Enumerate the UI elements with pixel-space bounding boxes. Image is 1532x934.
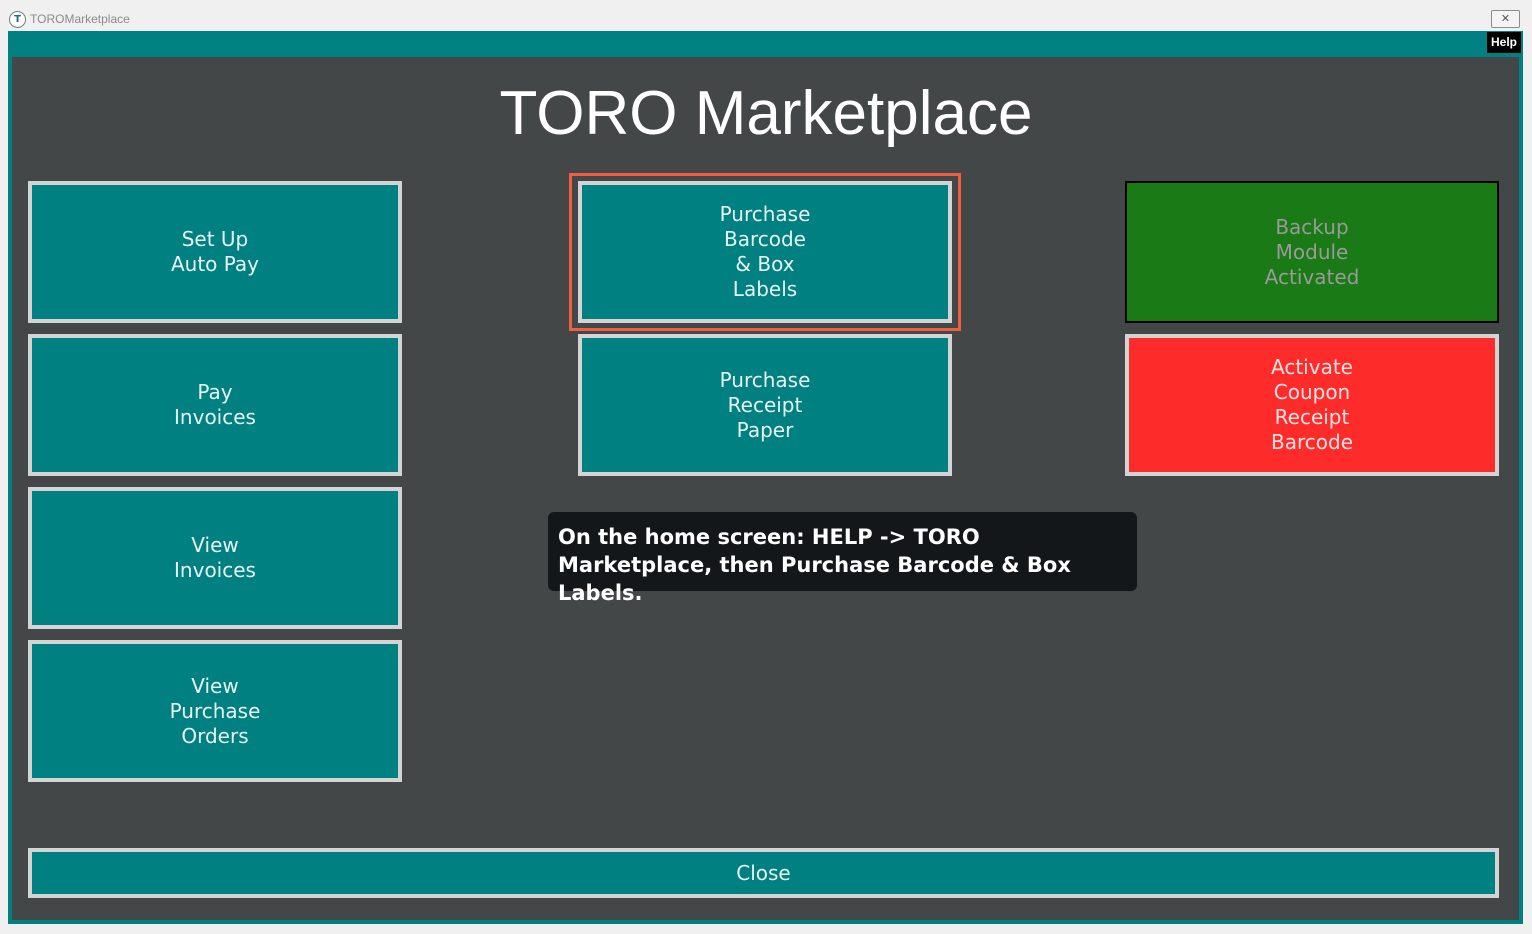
view-invoices-button[interactable]: View Invoices (28, 487, 402, 629)
activate-coupon-button[interactable]: Activate Coupon Receipt Barcode (1125, 334, 1499, 476)
backup-module-button[interactable]: Backup Module Activated (1125, 181, 1499, 323)
purchase-barcode-labels-label: Purchase Barcode & Box Labels (719, 202, 811, 301)
purchase-barcode-labels-button[interactable]: Purchase Barcode & Box Labels (578, 181, 952, 323)
top-strip (8, 31, 1523, 53)
purchase-receipt-paper-label: Purchase Receipt Paper (719, 367, 811, 442)
purchase-receipt-paper-button[interactable]: Purchase Receipt Paper (578, 334, 952, 476)
window-close-button[interactable]: ✕ (1491, 10, 1520, 28)
setup-autopay-label: Set Up Auto Pay (170, 227, 260, 276)
view-invoices-label: View Invoices (174, 533, 256, 582)
view-purchase-orders-label: View Purchase Orders (169, 673, 261, 748)
setup-autopay-button[interactable]: Set Up Auto Pay (28, 181, 402, 323)
view-purchase-orders-button[interactable]: View Purchase Orders (28, 640, 402, 782)
page-title: TORO Marketplace (499, 79, 1033, 148)
pay-invoices-button[interactable]: Pay Invoices (28, 334, 402, 476)
help-button[interactable]: Help (1487, 32, 1521, 53)
pay-invoices-label: Pay Invoices (174, 380, 256, 429)
app-icon: T (9, 11, 26, 28)
instruction-tooltip: On the home screen: HELP -> TORO Marketp… (548, 512, 1137, 605)
window-title: TOROMarketplace (30, 12, 130, 26)
activate-coupon-label: Activate Coupon Receipt Barcode (1271, 355, 1353, 454)
window-titlebar: T TOROMarketplace ✕ (0, 0, 1532, 31)
backup-module-label: Backup Module Activated (1264, 214, 1360, 289)
close-button[interactable]: Close (28, 848, 1499, 898)
